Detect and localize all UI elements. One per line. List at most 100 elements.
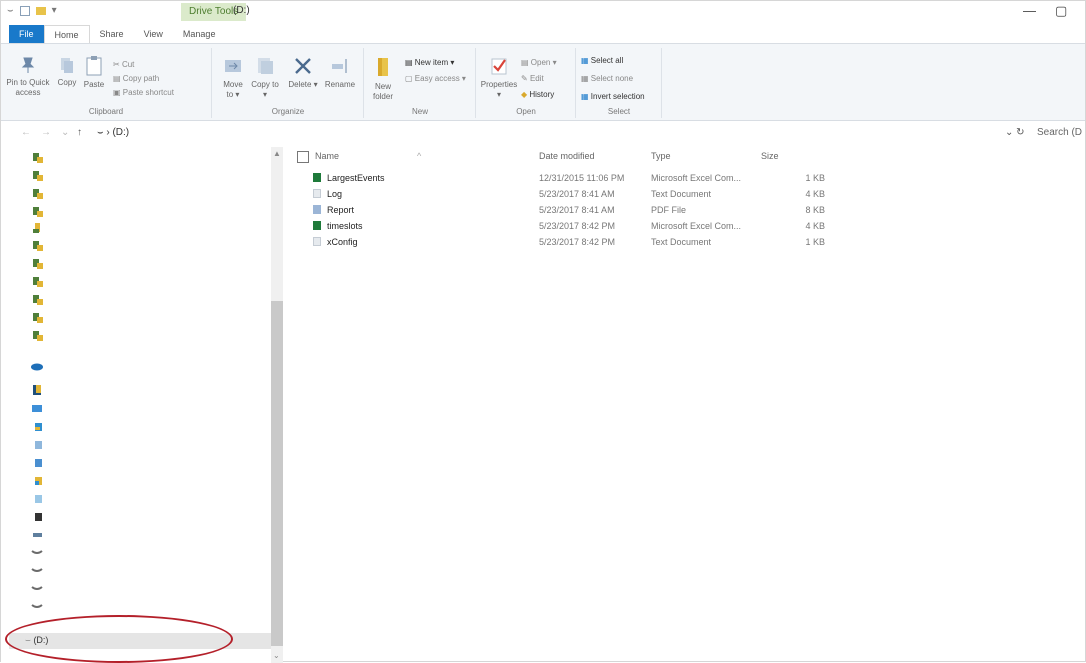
edit-button[interactable]: ✎ Edit <box>521 74 544 83</box>
file-type: Text Document <box>651 237 712 247</box>
drive-icon[interactable] <box>31 550 43 554</box>
drive-icon[interactable] <box>31 586 43 590</box>
customize-toolbar-icon[interactable]: ▾ <box>52 5 57 16</box>
invert-selection-button[interactable]: ▦ Invert selection <box>581 92 645 101</box>
python-folder-icon[interactable] <box>33 189 43 199</box>
rename-button[interactable]: Rename <box>323 56 357 90</box>
pin-to-quick-access-button[interactable]: Pin to Quick access <box>5 56 51 98</box>
organize-group: Move to ▾ Copy to ▾ Delete ▾ Rename Orga… <box>213 48 364 118</box>
paste-button[interactable]: Paste <box>81 56 107 90</box>
history-button[interactable]: ◆ History <box>521 90 554 99</box>
tab-manage[interactable]: Manage <box>173 25 226 43</box>
address-path-label: (D:) <box>112 127 130 138</box>
quick-access-toolbar: ⌣ ▾ <box>7 5 57 16</box>
select-all-checkbox[interactable] <box>297 151 309 163</box>
column-header-size[interactable]: Size <box>761 151 779 161</box>
desktop-folder-icon[interactable] <box>35 423 42 431</box>
videos-folder-icon[interactable] <box>35 513 42 521</box>
properties-quick-icon[interactable] <box>19 5 30 16</box>
copy-to-button[interactable]: Copy to ▾ <box>251 56 279 100</box>
file-row[interactable]: Log 5/23/2017 8:41 AM Text Document 4 KB <box>313 189 833 203</box>
new-folder-label: New folder <box>372 82 393 101</box>
new-item-button[interactable]: ▤ New item ▾ <box>405 58 454 67</box>
copy-path-button[interactable]: ▤ Copy path <box>113 74 159 83</box>
select-none-label: Select none <box>590 74 634 83</box>
cut-button[interactable]: ✂ Cut <box>113 60 134 69</box>
excel-icon <box>313 221 321 230</box>
network-drive-icon[interactable] <box>31 604 43 608</box>
maximize-button[interactable]: ▢ <box>1055 3 1067 19</box>
pin-label: Pin to Quick access <box>6 78 50 97</box>
column-header-type[interactable]: Type <box>651 151 671 161</box>
tab-home[interactable]: Home <box>43 25 90 43</box>
tab-view[interactable]: View <box>134 25 173 43</box>
scroll-down-arrow-icon[interactable]: ⌄ <box>273 651 280 660</box>
tab-share[interactable]: Share <box>90 25 134 43</box>
python-folder-icon[interactable] <box>33 259 43 269</box>
tab-file[interactable]: File <box>9 25 44 43</box>
copy-path-icon: ▤ <box>113 74 123 83</box>
this-pc-icon[interactable] <box>32 405 42 412</box>
local-disk-icon[interactable] <box>33 533 42 537</box>
up-button[interactable]: ↑ <box>77 127 82 138</box>
downloads-folder-icon[interactable] <box>35 459 42 467</box>
file-type: PDF File <box>651 205 687 215</box>
paste-shortcut-button[interactable]: ▣ Paste shortcut <box>113 88 174 97</box>
new-folder-quick-icon[interactable] <box>35 6 46 15</box>
address-path[interactable]: ⌣ › (D:) <box>97 127 129 138</box>
move-to-label: Move to ▾ <box>223 80 243 99</box>
file-row[interactable]: timeslots 5/23/2017 8:42 PM Microsoft Ex… <box>313 221 833 235</box>
properties-button[interactable]: Properties ▾ <box>479 56 519 100</box>
drive-icon[interactable] <box>31 568 43 572</box>
python-folder-icon[interactable] <box>33 223 40 233</box>
recent-locations-button[interactable]: ⌄ <box>61 127 69 138</box>
python-folder-icon[interactable] <box>33 207 43 217</box>
pictures-folder-icon[interactable] <box>35 495 42 503</box>
easy-access-button[interactable]: ▢ Easy access ▾ <box>405 74 466 83</box>
file-name: Log <box>327 189 343 199</box>
clipboard-group-label: Clipboard <box>88 107 124 116</box>
search-box[interactable]: Search (D <box>1037 127 1082 138</box>
documents-folder-icon[interactable] <box>35 441 42 449</box>
explorer-window: ⌣ ▾ Drive Tools (D:) — ▢ File Home Share… <box>0 0 1086 663</box>
new-group-label: New <box>411 107 428 116</box>
move-to-button[interactable]: Move to ▾ <box>219 56 247 100</box>
forward-button[interactable]: → <box>41 127 51 138</box>
file-row[interactable]: xConfig 5/23/2017 8:42 PM Text Document … <box>313 237 833 251</box>
new-group: New folder ▤ New item ▾ ▢ Easy access ▾ … <box>365 48 476 118</box>
highlight-annotation-circle <box>5 615 233 663</box>
text-file-icon <box>313 189 321 198</box>
select-group: ▦ Select all ▦ Select none ▦ Invert sele… <box>577 48 662 118</box>
select-all-button[interactable]: ▦ Select all <box>581 56 623 65</box>
copy-to-label: Copy to ▾ <box>251 80 279 99</box>
quick-access-folder-icon[interactable] <box>33 385 41 395</box>
minimize-button[interactable]: — <box>1023 3 1036 18</box>
copy-button[interactable]: Copy <box>55 56 79 88</box>
refresh-button[interactable]: ⌄ ↻ <box>1005 127 1025 138</box>
back-button[interactable]: ← <box>21 127 31 138</box>
python-folder-icon[interactable] <box>33 171 43 181</box>
file-row[interactable]: Report 5/23/2017 8:41 AM PDF File 8 KB <box>313 205 833 219</box>
python-folder-icon[interactable] <box>33 295 43 305</box>
text-file-icon <box>313 237 321 246</box>
open-group: Properties ▾ ▤ Open ▾ ✎ Edit ◆ History O… <box>477 48 576 118</box>
clipboard-icon <box>86 56 102 76</box>
onedrive-icon[interactable] <box>31 363 43 371</box>
delete-button[interactable]: Delete ▾ <box>287 56 319 90</box>
select-none-button[interactable]: ▦ Select none <box>581 74 633 83</box>
music-folder-icon[interactable] <box>35 477 42 485</box>
new-folder-button[interactable]: New folder <box>369 56 397 102</box>
scroll-up-arrow-icon[interactable]: ▲ <box>273 149 281 158</box>
open-button[interactable]: ▤ Open ▾ <box>521 58 557 67</box>
python-folder-icon[interactable] <box>33 153 43 163</box>
column-header-date[interactable]: Date modified <box>539 151 595 161</box>
file-row[interactable]: LargestEvents 12/31/2015 11:06 PM Micros… <box>313 173 833 187</box>
column-header-name[interactable]: Name <box>315 151 339 161</box>
python-folder-icon[interactable] <box>33 241 43 251</box>
python-folder-icon[interactable] <box>33 313 43 323</box>
file-date: 5/23/2017 8:41 AM <box>539 189 615 199</box>
file-date: 5/23/2017 8:42 PM <box>539 221 616 231</box>
nav-scrollbar-thumb[interactable] <box>271 301 283 646</box>
python-folder-icon[interactable] <box>33 277 43 287</box>
python-folder-icon[interactable] <box>33 331 43 341</box>
